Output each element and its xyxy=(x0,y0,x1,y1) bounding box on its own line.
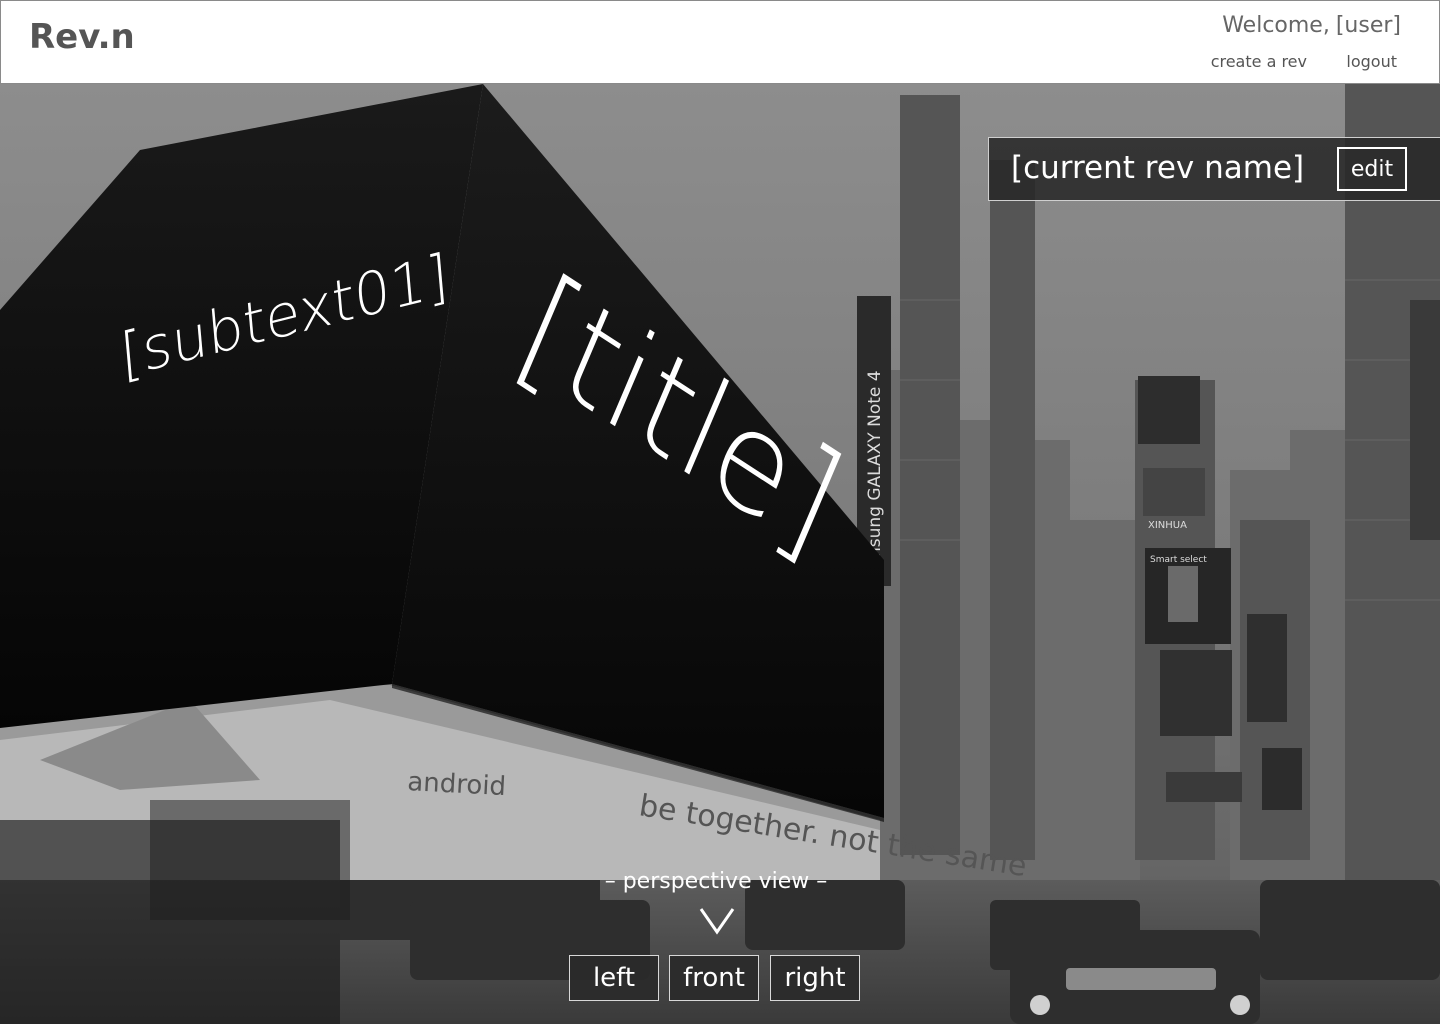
android-sign-text: android xyxy=(407,767,507,802)
welcome-message: Welcome, [user] xyxy=(1222,15,1401,37)
create-rev-link[interactable]: create a rev xyxy=(1211,54,1307,70)
current-rev-name: [current rev name] xyxy=(1011,150,1305,186)
chevron-down-icon xyxy=(699,908,735,935)
welcome-text: Welcome, xyxy=(1222,13,1330,38)
logout-link[interactable]: logout xyxy=(1346,54,1397,70)
app-logo[interactable]: Rev.n xyxy=(29,20,135,54)
smart-select-text: Smart select xyxy=(1150,555,1207,565)
welcome-username: [user] xyxy=(1335,13,1401,38)
current-rev-panel: [current rev name] edit xyxy=(988,137,1440,201)
view-front-button[interactable]: front xyxy=(669,955,759,1001)
view-left-button[interactable]: left xyxy=(569,955,659,1001)
top-header: Rev.n Welcome, [user] create a rev logout xyxy=(0,0,1440,84)
xinhua-sign-text: XINHUA xyxy=(1148,520,1187,531)
edit-button[interactable]: edit xyxy=(1337,147,1407,191)
perspective-view-label: – perspective view – xyxy=(604,869,828,894)
view-right-button[interactable]: right xyxy=(770,955,860,1001)
